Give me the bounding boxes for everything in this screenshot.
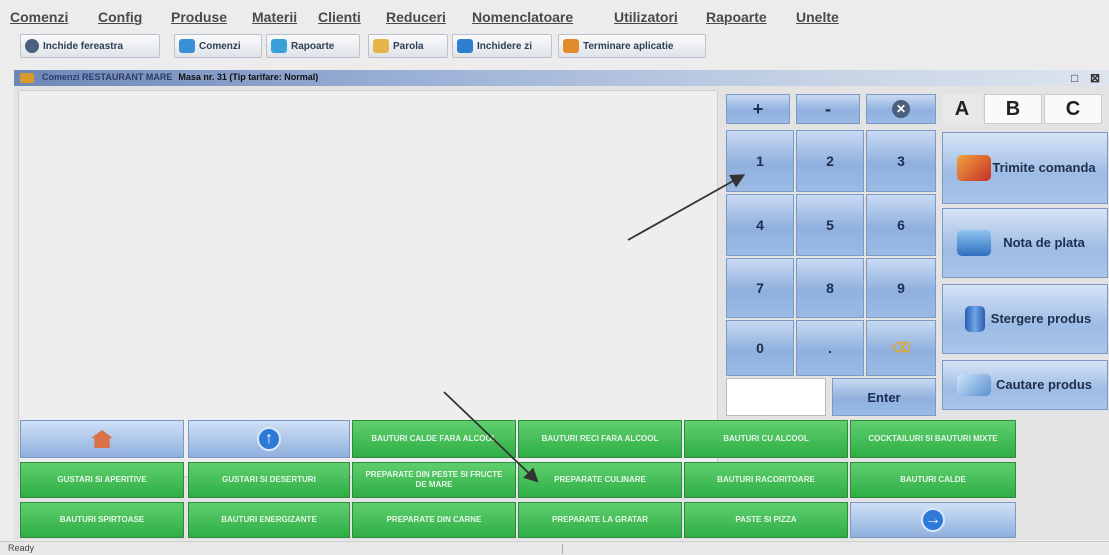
clear-icon: ✕	[892, 100, 910, 118]
database-delete-icon	[965, 306, 985, 332]
digit-0-button[interactable]: 0	[726, 320, 794, 376]
reports-icon	[271, 39, 287, 53]
category-button[interactable]: Paste si pizza	[684, 502, 848, 538]
menu-produse[interactable]: Produse	[171, 9, 227, 25]
password-label: Parola	[393, 40, 424, 52]
window-title: Comenzi RESTAURANT MARE Masa nr. 31 (Tip …	[42, 72, 318, 82]
category-button[interactable]: Bauturi spirtoase	[20, 502, 184, 538]
restore-icon[interactable]: □	[1071, 71, 1078, 85]
search-product-button[interactable]: Cautare produs	[942, 360, 1108, 410]
minus-button[interactable]: -	[796, 94, 860, 124]
arrow-up-icon: ↑	[257, 427, 281, 451]
category-button[interactable]: Preparate din carne	[352, 502, 516, 538]
send-order-button[interactable]: Trimite comanda	[942, 132, 1108, 204]
orders-window: Comenzi RESTAURANT MARE Masa nr. 31 (Tip …	[14, 70, 1109, 540]
close-window-button[interactable]: Inchide fereastra	[20, 34, 160, 58]
digit-4-button[interactable]: 4	[726, 194, 794, 256]
category-button[interactable]: Bauturi calde fara alcool	[352, 420, 516, 458]
order-items-area[interactable]	[18, 90, 718, 477]
menu-bar: Comenzi Config Produse Materii Clienti R…	[0, 0, 1109, 30]
exit-app-button[interactable]: Terminare aplicatie	[558, 34, 706, 58]
reports-button[interactable]: Rapoarte	[266, 34, 360, 58]
category-button[interactable]: Preparate culinare	[518, 462, 682, 498]
password-icon	[373, 39, 389, 53]
search-product-label: Cautare produs	[995, 377, 1093, 392]
enter-button[interactable]: Enter	[832, 378, 936, 416]
folder-icon	[957, 230, 991, 256]
digit-3-button[interactable]: 3	[866, 130, 936, 192]
orders-icon	[179, 39, 195, 53]
menu-materii[interactable]: Materii	[252, 9, 297, 25]
send-order-label: Trimite comanda	[992, 160, 1096, 175]
reports-label: Rapoarte	[291, 40, 335, 52]
digit-1-button[interactable]: 1	[726, 130, 794, 192]
category-button[interactable]: Cocktailuri si bauturi mixte	[850, 420, 1016, 458]
close-window-icon[interactable]: ⊠	[1090, 71, 1100, 85]
exit-app-label: Terminare aplicatie	[583, 40, 674, 52]
digit-8-button[interactable]: 8	[796, 258, 864, 318]
category-button[interactable]: Preparate la gratar	[518, 502, 682, 538]
backspace-button[interactable]: ⌫	[866, 320, 936, 376]
category-button[interactable]: Gustari si aperitive	[20, 462, 184, 498]
digit-9-button[interactable]: 9	[866, 258, 936, 318]
table-info: Masa nr. 31 (Tip tarifare: Normal)	[178, 72, 319, 82]
digit-7-button[interactable]: 7	[726, 258, 794, 318]
tab-letter-b[interactable]: B	[984, 94, 1042, 124]
close-icon	[25, 39, 39, 53]
digit-5-button[interactable]: 5	[796, 194, 864, 256]
menu-utilizatori[interactable]: Utilizatori	[614, 9, 678, 25]
category-button[interactable]: Bauturi cu alcool	[684, 420, 848, 458]
status-bar: Ready	[0, 541, 1109, 555]
tab-letter-c[interactable]: C	[1044, 94, 1102, 124]
orders-button[interactable]: Comenzi	[174, 34, 262, 58]
menu-config[interactable]: Config	[98, 9, 142, 25]
category-button[interactable]: Preparate din peste si fructe de mare	[352, 462, 516, 498]
status-separator	[562, 544, 563, 554]
delete-product-button[interactable]: Stergere produs	[942, 284, 1108, 354]
delete-product-label: Stergere produs	[990, 311, 1092, 326]
up-button[interactable]: ↑	[188, 420, 350, 458]
plus-button[interactable]: +	[726, 94, 790, 124]
bill-label: Nota de plata	[1003, 235, 1085, 250]
menu-clienti[interactable]: Clienti	[318, 9, 361, 25]
decimal-point-button[interactable]: .	[796, 320, 864, 376]
rocket-icon	[957, 155, 991, 181]
category-button[interactable]: Gustari si deserturi	[188, 462, 350, 498]
category-button[interactable]: Bauturi calde	[850, 462, 1016, 498]
digit-2-button[interactable]: 2	[796, 130, 864, 192]
window-icon	[20, 73, 34, 83]
magnifier-icon	[957, 374, 991, 396]
category-button[interactable]: Bauturi energizante	[188, 502, 350, 538]
day-close-icon	[457, 39, 473, 53]
day-close-label: Inchidere zi	[477, 40, 533, 52]
exit-icon	[563, 39, 579, 53]
tab-letter-a[interactable]: A	[942, 94, 982, 124]
close-window-label: Inchide fereastra	[43, 40, 124, 52]
menu-unelte[interactable]: Unelte	[796, 9, 839, 25]
orders-label: Comenzi	[199, 40, 241, 52]
day-close-button[interactable]: Inchidere zi	[452, 34, 552, 58]
category-button[interactable]: Bauturi reci fara alcool	[518, 420, 682, 458]
menu-nomenclatoare[interactable]: Nomenclatoare	[472, 9, 573, 25]
home-icon	[91, 430, 113, 448]
clear-button[interactable]: ✕	[866, 94, 936, 124]
arrow-right-icon: →	[921, 508, 945, 532]
menu-reduceri[interactable]: Reduceri	[386, 9, 446, 25]
home-button[interactable]	[20, 420, 184, 458]
menu-rapoarte[interactable]: Rapoarte	[706, 9, 767, 25]
password-button[interactable]: Parola	[368, 34, 448, 58]
bill-button[interactable]: Nota de plata	[942, 208, 1108, 278]
category-button[interactable]: Bauturi racoritoare	[684, 462, 848, 498]
window-titlebar: Comenzi RESTAURANT MARE Masa nr. 31 (Tip …	[14, 70, 1109, 86]
window-title-text: Comenzi RESTAURANT MARE	[42, 72, 173, 82]
digit-6-button[interactable]: 6	[866, 194, 936, 256]
next-page-button[interactable]: →	[850, 502, 1016, 538]
backspace-icon: ⌫	[891, 340, 911, 355]
status-text: Ready	[8, 543, 35, 553]
menu-comenzi[interactable]: Comenzi	[10, 9, 68, 25]
quantity-input[interactable]	[726, 378, 826, 416]
